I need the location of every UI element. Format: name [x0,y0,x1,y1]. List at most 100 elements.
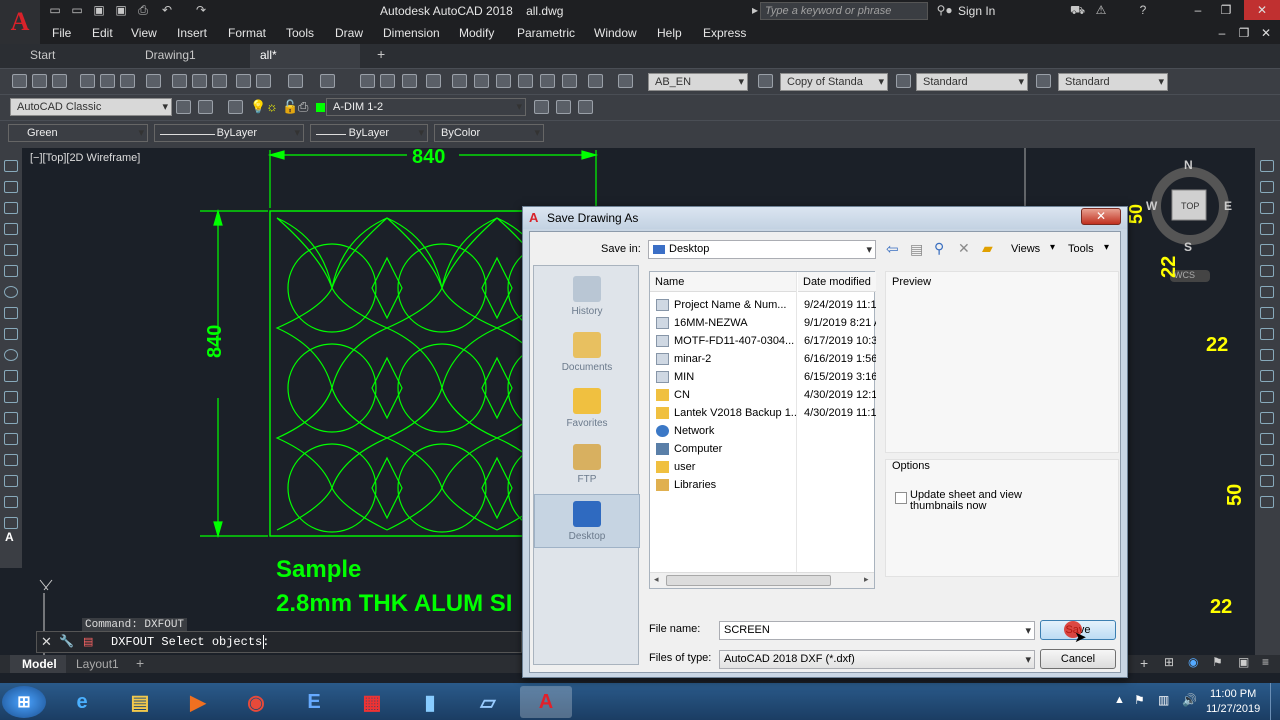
minimize-icon[interactable]: – [1184,0,1212,20]
tray-flag-icon[interactable]: ⚑ [1134,693,1145,707]
create-folder-icon[interactable]: ▰ [982,240,993,257]
start-button[interactable]: ⊞ [2,686,46,718]
views-chevron-icon[interactable]: ▾ [1050,242,1055,253]
save-file-icon[interactable] [52,74,67,88]
column-date-header[interactable]: Date modified [798,272,876,292]
place-favorites[interactable]: Favorites [534,388,640,429]
fillet-icon[interactable] [1260,454,1274,466]
sheet-set-icon[interactable] [518,74,533,88]
internet-explorer-icon[interactable]: e [56,686,108,718]
move-icon[interactable] [1260,265,1274,277]
properties-icon[interactable] [452,74,467,88]
cart-icon[interactable]: ⛟ [1070,3,1085,17]
revision-cloud-icon[interactable] [4,307,18,319]
zoom-window-icon[interactable] [402,74,417,88]
publish-icon[interactable] [120,74,135,88]
undo-icon[interactable]: ↶ [160,3,174,17]
paste-icon[interactable] [212,74,227,88]
tab-drawing1[interactable]: Drawing1 [145,48,196,62]
menu-view[interactable]: View [131,26,157,40]
tab-model[interactable]: Model [22,657,57,671]
search-web-icon[interactable]: ⚲ [934,240,944,257]
layer-properties-icon[interactable] [228,100,243,114]
viewcube-south[interactable]: S [1184,240,1192,254]
command-icon[interactable]: ▤ [83,635,93,648]
mleader-style-icon[interactable] [1036,74,1051,88]
autocad-app-button[interactable]: A [0,0,40,44]
list-item[interactable]: Libraries [650,477,876,495]
array-icon[interactable] [1260,244,1274,256]
views-menu[interactable]: Views [1011,243,1040,255]
zoom-realtime-icon[interactable] [380,74,395,88]
clock-time[interactable]: 11:00 PM [1210,688,1256,700]
construction-line-icon[interactable] [4,181,18,193]
scale-icon[interactable] [1260,307,1274,319]
tray-volume-icon[interactable]: 🔊 [1182,693,1197,707]
layer-previous-icon[interactable] [556,100,571,114]
back-icon[interactable]: ⇦ [886,240,899,258]
viewcube-west[interactable]: W [1146,199,1157,213]
list-item[interactable]: Lantek V2018 Backup 1... 4/30/2019 11:1 [650,405,876,423]
file-name-input[interactable]: SCREEN ▾ [719,621,1035,640]
list-item[interactable]: 16MM-NEZWA 9/1/2019 8:21 A [650,315,876,333]
layer-states-icon[interactable] [578,100,593,114]
status-clean-screen-icon[interactable]: ▣ [1238,655,1249,669]
open-file-icon[interactable] [32,74,47,88]
tools-menu[interactable]: Tools [1068,243,1094,255]
command-line[interactable]: ✕ 🔧 ▤ DXFOUT Select objects: [36,631,522,653]
lineweight-select[interactable]: ByLayer [310,124,428,142]
list-item[interactable]: Project Name & Num... 9/24/2019 11:1 [650,297,876,315]
delete-icon[interactable]: ✕ [958,240,970,257]
chrome-icon[interactable]: ◉ [230,686,282,718]
table-style-icon[interactable] [896,74,911,88]
line-tool-icon[interactable] [4,160,18,172]
viewcube-east[interactable]: E [1224,199,1232,213]
tray-arrow-icon[interactable]: ▲ [1114,694,1125,706]
color-select[interactable]: Green [8,124,148,142]
markup-icon[interactable] [540,74,555,88]
notes-icon[interactable]: ▱ [462,686,514,718]
tab-start[interactable]: Start [30,48,55,62]
restore-icon[interactable]: ❐ [1212,0,1240,20]
block-editor-icon[interactable] [256,74,271,88]
plot-icon[interactable] [80,74,95,88]
plot-preview-icon[interactable] [100,74,115,88]
app-e-icon[interactable]: E [288,686,340,718]
menu-parametric[interactable]: Parametric [517,26,575,40]
list-item[interactable]: user [650,459,876,477]
menu-edit[interactable]: Edit [92,26,113,40]
trim-icon[interactable] [1260,349,1274,361]
save-as-icon[interactable]: ▣ [114,3,128,17]
status-grid-icon[interactable]: ⊞ [1164,655,1174,669]
tool-palettes-icon[interactable] [496,74,511,88]
column-name-header[interactable]: Name [650,272,796,292]
new-tab-icon[interactable]: + [377,46,385,62]
copy-object-icon[interactable] [1260,181,1274,193]
place-desktop[interactable]: Desktop [534,494,640,548]
redo-icon[interactable]: ↷ [194,3,208,17]
rectangle-icon[interactable] [4,244,18,256]
text-style-icon[interactable] [618,74,633,88]
workspace-settings-icon[interactable] [176,100,191,114]
command-close-icon[interactable]: ✕ [41,634,52,650]
tray-network-icon[interactable]: ▥ [1158,693,1169,707]
menu-format[interactable]: Format [228,26,266,40]
update-thumbs-checkbox[interactable] [895,492,907,504]
show-desktop-button[interactable] [1270,683,1280,720]
cut-icon[interactable] [172,74,187,88]
spline-icon[interactable] [4,328,18,340]
workspace-icon[interactable] [198,100,213,114]
autocad-taskbar-icon[interactable]: A [520,686,572,718]
menu-draw[interactable]: Draw [335,26,363,40]
scroll-right-icon[interactable]: ▸ [864,574,869,585]
menu-help[interactable]: Help [657,26,682,40]
make-block-icon[interactable] [4,412,18,424]
help-tool-icon[interactable] [588,74,603,88]
status-customize-icon[interactable]: ≡ [1262,655,1269,669]
lock-icon[interactable]: 🔓 [282,99,298,115]
extend-icon[interactable] [1260,370,1274,382]
place-ftp[interactable]: FTP [534,444,640,485]
circle-icon[interactable] [4,286,18,298]
menu-dimension[interactable]: Dimension [383,26,440,40]
dialog-close-icon[interactable]: ✕ [1081,208,1121,225]
